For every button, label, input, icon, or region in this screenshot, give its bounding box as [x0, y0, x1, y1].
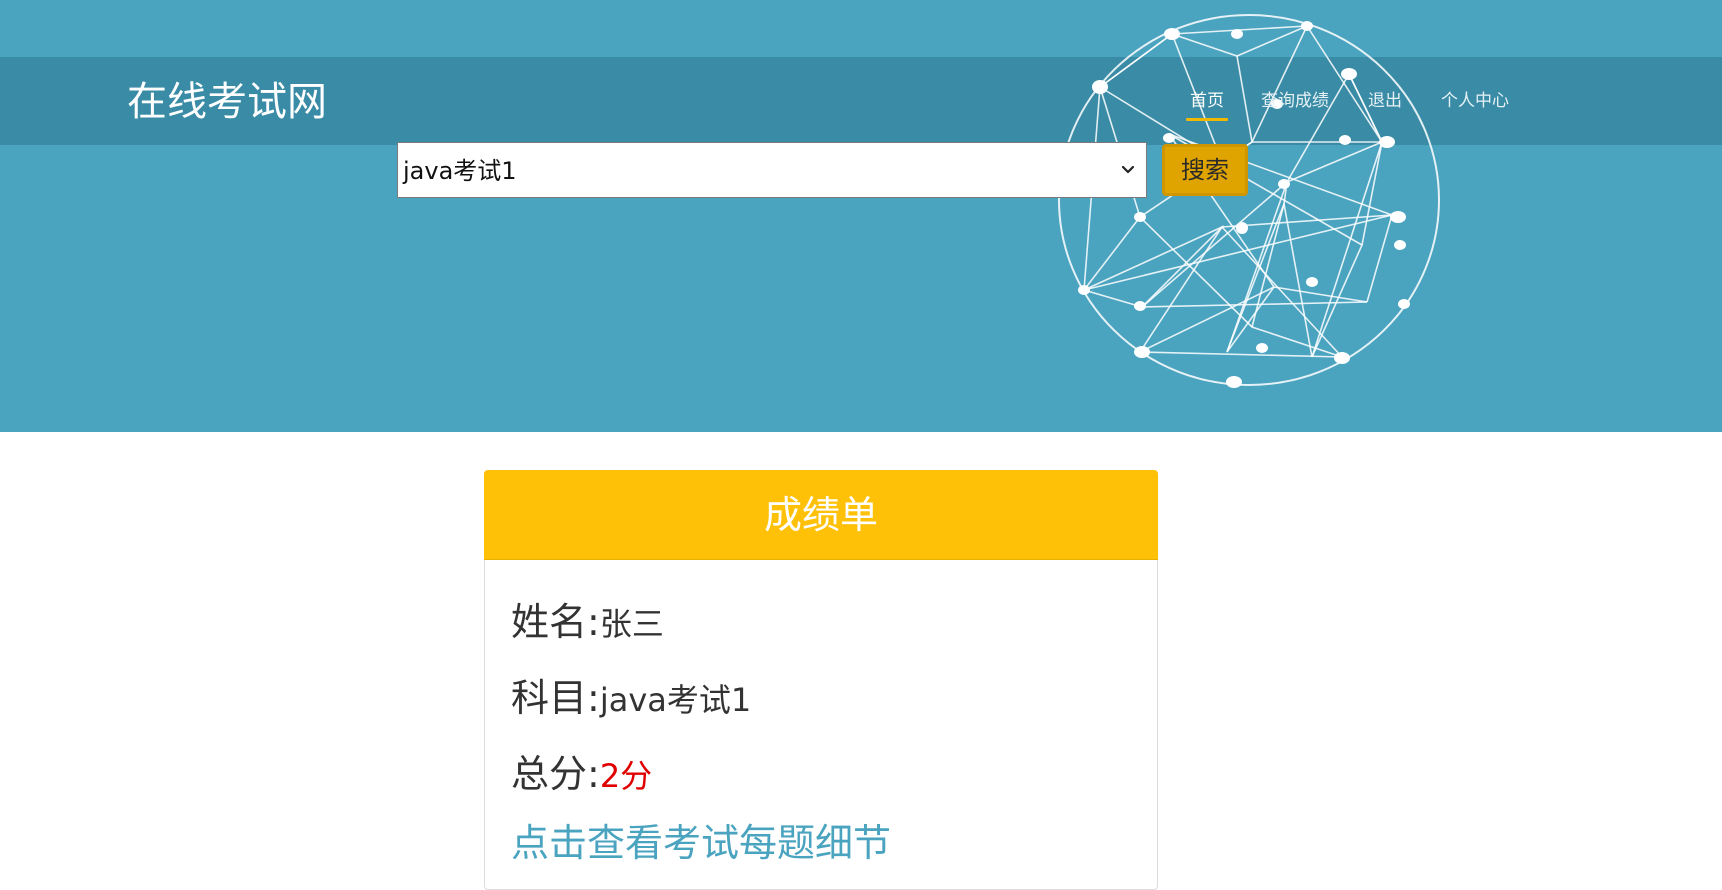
subject-value: java考试1	[599, 681, 752, 719]
nav-item-home[interactable]: 首页	[1190, 88, 1224, 114]
subject-row: 科目:java考试1	[511, 667, 751, 722]
total-score-row: 总分:2分	[511, 743, 652, 798]
exam-detail-link[interactable]: 点击查看考试每题细节	[511, 819, 891, 867]
network-globe-decoration	[1058, 14, 1440, 388]
student-name-row: 姓名:张三	[511, 591, 664, 646]
nav-item-profile[interactable]: 个人中心	[1441, 88, 1509, 114]
hero-banner: 在线考试网 首页 查询成绩 退出 个人中心 java考试1 搜索	[0, 0, 1722, 432]
score-card-title: 成绩单	[763, 493, 878, 537]
total-score-label: 总分:	[511, 752, 600, 796]
exam-select[interactable]: java考试1	[397, 142, 1147, 198]
nav-item-logout[interactable]: 退出	[1368, 88, 1402, 114]
student-name-label: 姓名:	[511, 600, 600, 644]
student-name-value: 张三	[599, 605, 664, 643]
total-score-value: 2分	[599, 757, 653, 795]
site-brand-title[interactable]: 在线考试网	[127, 76, 327, 128]
exam-select-value: java考试1	[403, 157, 517, 185]
nav-active-indicator	[1186, 118, 1228, 121]
chevron-down-icon	[1121, 165, 1135, 174]
score-card-header: 成绩单	[484, 470, 1158, 560]
search-button[interactable]: 搜索	[1162, 144, 1248, 196]
subject-label: 科目:	[511, 676, 600, 720]
score-card: 成绩单 姓名:张三 科目:java考试1 总分:2分 点击查看考试每题细节	[484, 470, 1158, 890]
nav-item-query-score[interactable]: 查询成绩	[1261, 88, 1329, 114]
